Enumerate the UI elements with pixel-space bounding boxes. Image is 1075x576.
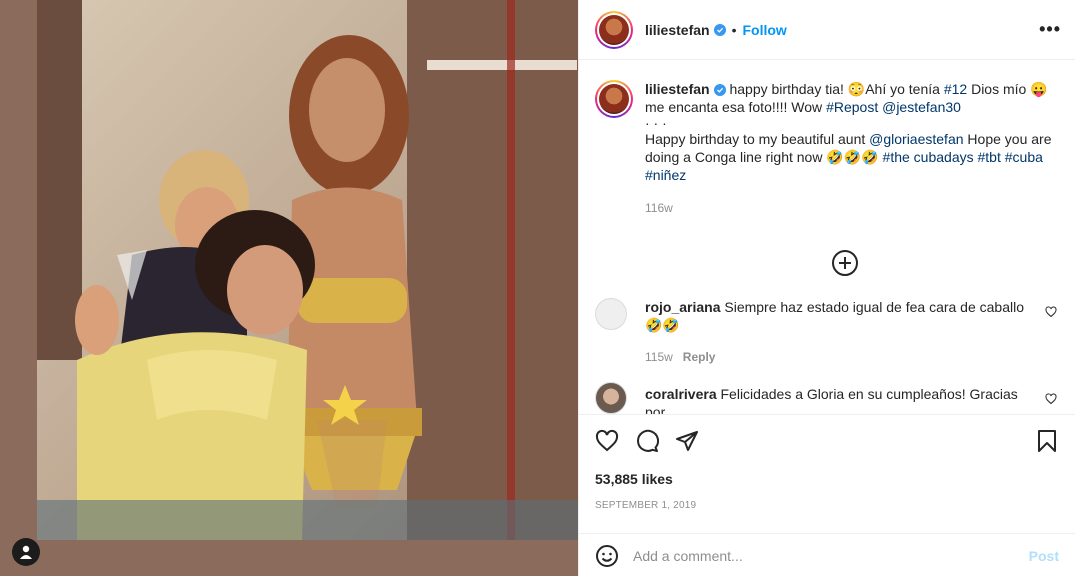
author-avatar[interactable] bbox=[595, 10, 633, 49]
comment-avatar[interactable] bbox=[595, 298, 627, 330]
header-separator: • bbox=[731, 21, 737, 38]
mention-jestefan30[interactable]: @jestefan30 bbox=[882, 99, 961, 115]
caption-dots: · · · bbox=[645, 115, 667, 131]
author-username[interactable]: liliestefan bbox=[645, 22, 710, 38]
mention-gloriaestefan[interactable]: @gloriaestefan bbox=[869, 131, 963, 147]
comment-body: rojo_ariana Siempre haz estado igual de … bbox=[645, 298, 1035, 366]
heart-icon[interactable] bbox=[595, 429, 619, 453]
follow-button[interactable]: Follow bbox=[743, 22, 787, 38]
comment-composer: Post bbox=[579, 533, 1075, 576]
caption-username[interactable]: liliestefan bbox=[645, 81, 710, 97]
comments-list[interactable]: liliestefan happy birthday tia! 😳Ahí yo … bbox=[579, 60, 1075, 414]
verified-icon bbox=[713, 84, 726, 97]
bookmark-icon[interactable] bbox=[1035, 429, 1059, 453]
comment-body: coralrivera Felicidades a Gloria en su c… bbox=[645, 385, 1035, 414]
comment-meta: 115w Reply bbox=[645, 348, 1035, 366]
comment-input[interactable] bbox=[633, 547, 1029, 564]
caption-timestamp[interactable]: 116w bbox=[645, 199, 1059, 217]
post-header: liliestefan • Follow ••• bbox=[579, 0, 1075, 60]
comment-emoji: 🤣🤣 bbox=[645, 317, 680, 333]
comment-avatar[interactable] bbox=[595, 382, 627, 414]
post-caption: liliestefan happy birthday tia! 😳Ahí yo … bbox=[595, 80, 1059, 217]
hashtag-ninez[interactable]: #niñez bbox=[645, 167, 686, 183]
post-date[interactable]: SEPTEMBER 1, 2019 bbox=[595, 500, 1059, 511]
tagged-user-icon[interactable] bbox=[12, 538, 40, 566]
hashtag-tbt[interactable]: #tbt bbox=[978, 149, 1001, 165]
hashtag-thecubadays[interactable]: #the cubadays bbox=[883, 149, 974, 165]
hashtag-cuba[interactable]: #cuba bbox=[1005, 149, 1043, 165]
post-photo[interactable] bbox=[37, 0, 578, 540]
post-actions: 53,885 likes SEPTEMBER 1, 2019 Post bbox=[579, 414, 1075, 576]
comment-item: coralrivera Felicidades a Gloria en su c… bbox=[595, 382, 1059, 414]
caption-text: liliestefan happy birthday tia! 😳Ahí yo … bbox=[645, 80, 1059, 217]
user-icon bbox=[20, 545, 32, 559]
instagram-post-modal: liliestefan • Follow ••• liliestefan hap… bbox=[0, 0, 1075, 576]
caption-line2-a: Happy birthday to my beautiful aunt bbox=[645, 131, 870, 147]
verified-icon bbox=[713, 23, 726, 36]
plus-circle-icon[interactable] bbox=[832, 250, 858, 276]
hashtag-12[interactable]: #12 bbox=[944, 81, 967, 97]
post-comment-button[interactable]: Post bbox=[1029, 548, 1059, 564]
comment-text: Siempre haz estado igual de fea cara de … bbox=[720, 299, 1025, 315]
more-options-icon[interactable]: ••• bbox=[1039, 19, 1061, 40]
caption-line1-a: happy birthday tia! 😳Ahí yo tenía bbox=[725, 81, 944, 97]
action-bar bbox=[595, 415, 1059, 467]
photo-illustration bbox=[37, 0, 578, 540]
post-details-panel: liliestefan • Follow ••• liliestefan hap… bbox=[578, 0, 1075, 576]
comment-icon[interactable] bbox=[635, 429, 659, 453]
comment-item: rojo_ariana Siempre haz estado igual de … bbox=[595, 298, 1059, 366]
caption-avatar[interactable] bbox=[595, 80, 633, 118]
comment-like-icon[interactable] bbox=[1045, 393, 1057, 405]
emoji-icon[interactable] bbox=[595, 544, 619, 568]
reply-button[interactable]: Reply bbox=[683, 350, 716, 364]
comment-username[interactable]: coralrivera bbox=[645, 386, 717, 402]
comment-timestamp[interactable]: 115w bbox=[645, 350, 673, 364]
likes-count[interactable]: 53,885 likes bbox=[595, 471, 1059, 487]
comment-username[interactable]: rojo_ariana bbox=[645, 299, 720, 315]
comment-like-icon[interactable] bbox=[1045, 306, 1057, 318]
hashtag-repost[interactable]: #Repost bbox=[826, 99, 878, 115]
share-icon[interactable] bbox=[675, 429, 699, 453]
